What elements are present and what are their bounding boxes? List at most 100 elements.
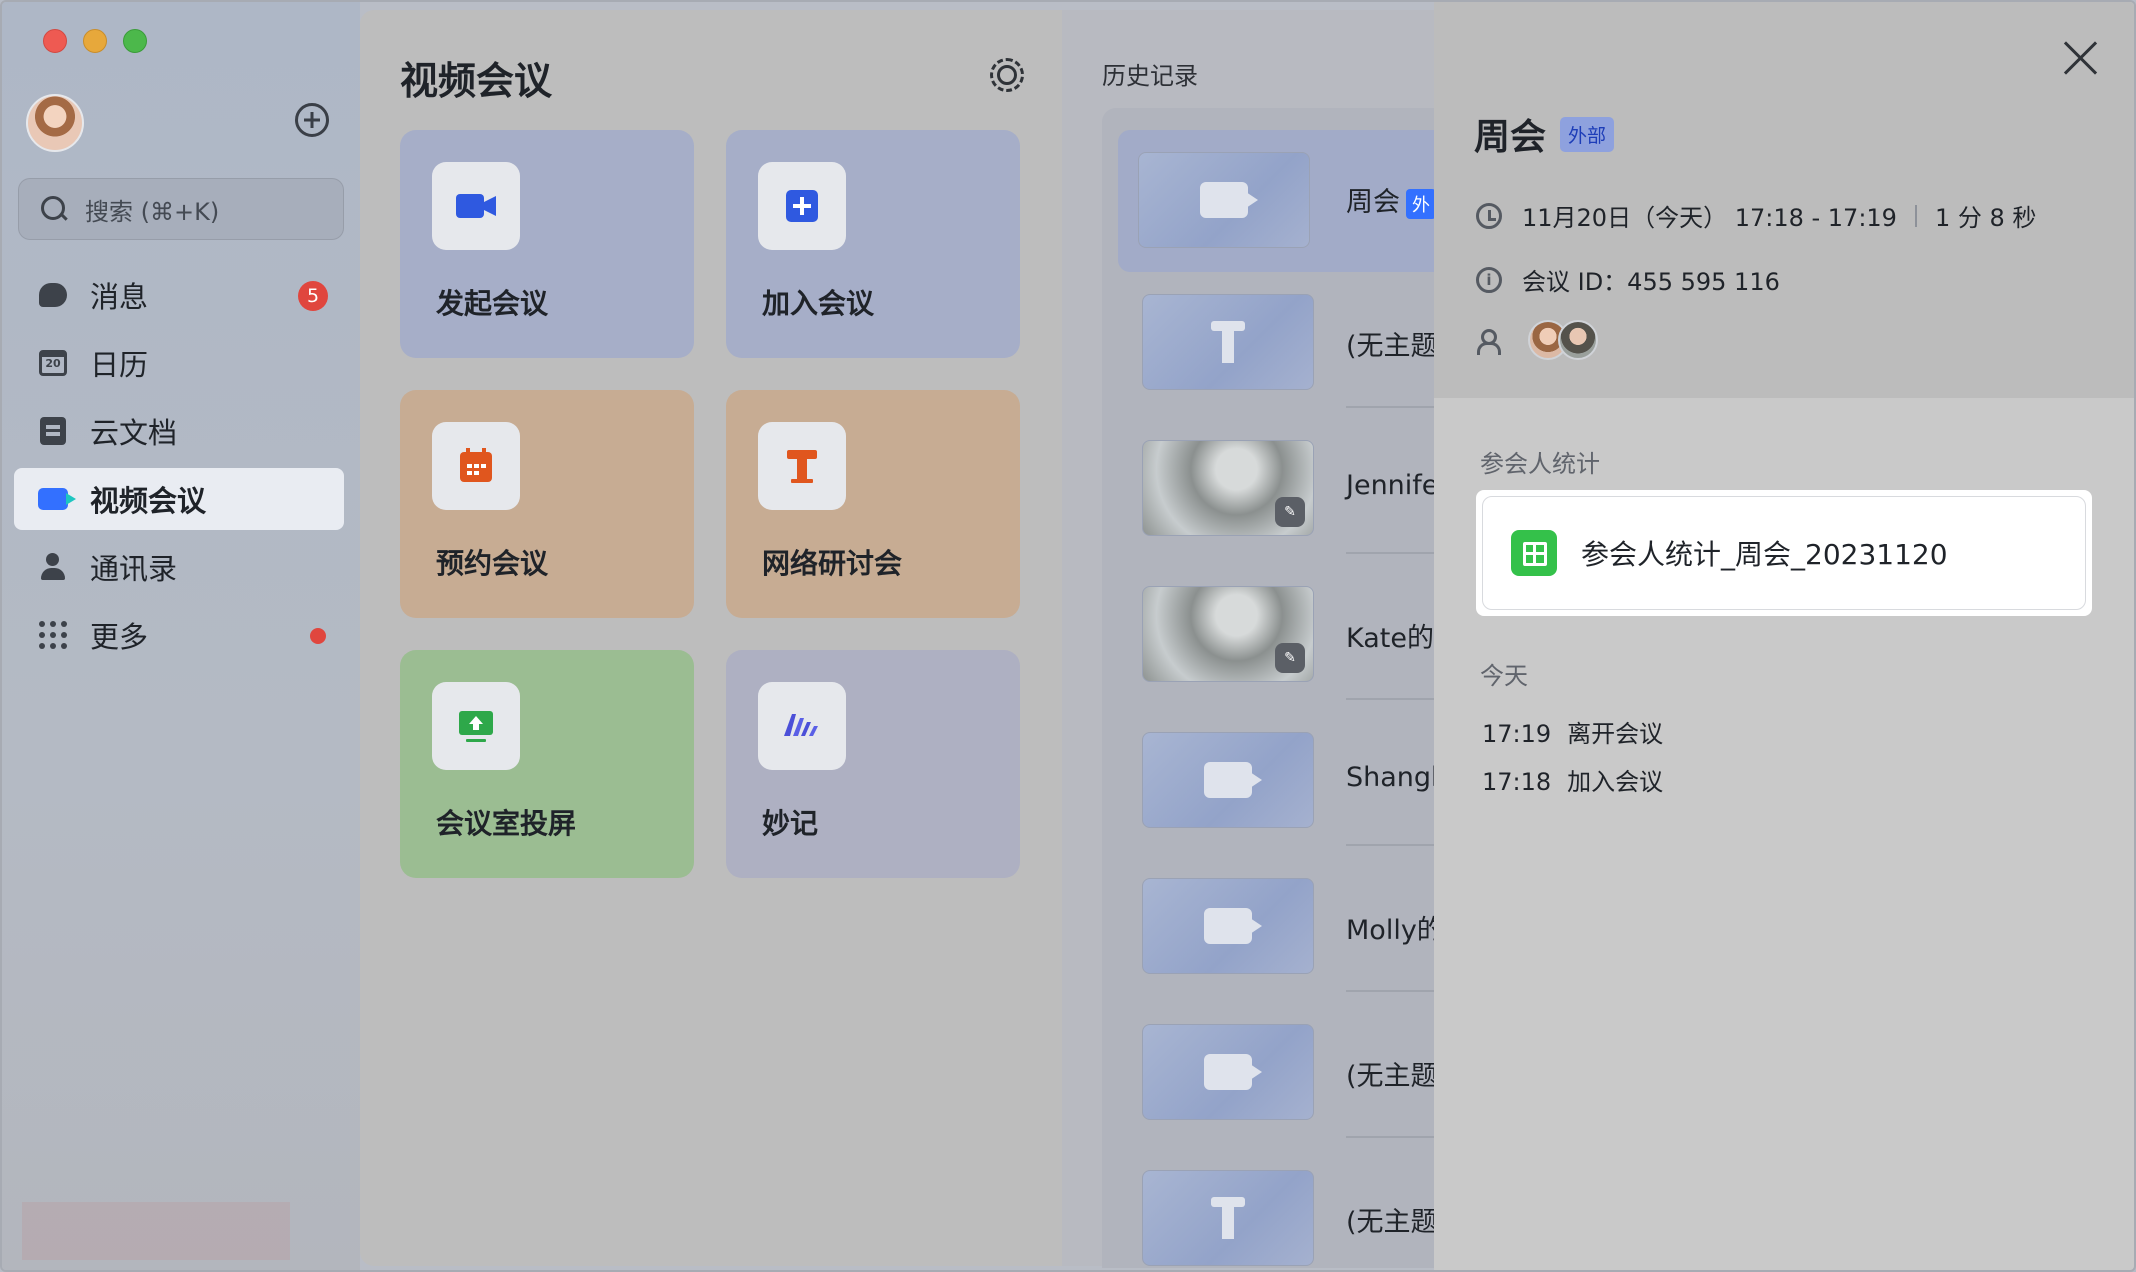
sidebar-item-label: 日历 xyxy=(90,348,149,382)
message-icon xyxy=(38,280,68,310)
meeting-thumbnail: ✎ xyxy=(1142,586,1314,682)
close-icon[interactable] xyxy=(2062,40,2098,76)
meeting-detail-panel: 周会 外部 11月20日（今天） 17:18 - 17:19 1 分 8 秒 i… xyxy=(1434,2,2134,1270)
participants-row[interactable] xyxy=(1476,320,1608,362)
log-time: 17:19 xyxy=(1482,720,1552,748)
activity-log-item: 17:19 离开会议 xyxy=(1482,714,1679,749)
sidebar-item-label: 消息 xyxy=(90,280,149,314)
history-item[interactable]: 周会外 xyxy=(1118,130,1462,272)
meeting-thumbnail xyxy=(1142,732,1314,828)
history-list: 周会外 (无主题 ✎ Jennife ✎ Kate的 Shangh Molly的… xyxy=(1102,108,1466,1268)
card-label: 加入会议 xyxy=(762,287,875,320)
history-item[interactable]: (无主题 xyxy=(1102,1024,1466,1170)
card-label: 网络研讨会 xyxy=(762,547,903,580)
meeting-thumbnail xyxy=(1138,152,1310,248)
stats-file-card[interactable]: 参会人统计_周会_20231120 xyxy=(1476,490,2092,616)
schedule-meeting-card[interactable]: 预约会议 xyxy=(400,390,694,618)
camera-icon xyxy=(1200,182,1258,218)
zoom-window-button[interactable] xyxy=(123,29,147,53)
minutes-badge-icon: ✎ xyxy=(1275,643,1305,673)
calendar-grid-icon xyxy=(432,422,520,510)
calendar-icon: 20 xyxy=(38,348,68,378)
meeting-id-row: i 会议 ID：455 595 116 xyxy=(1476,262,1780,297)
minutes-badge-icon: ✎ xyxy=(1275,497,1305,527)
history-item[interactable]: ✎ Jennife xyxy=(1102,440,1466,586)
history-item[interactable]: Molly的 xyxy=(1102,878,1466,1024)
profile-footer[interactable] xyxy=(22,1202,290,1260)
history-item[interactable]: (无主题 xyxy=(1102,294,1466,440)
stats-section-label: 参会人统计 xyxy=(1480,450,1600,478)
card-label: 会议室投屏 xyxy=(436,807,577,840)
spreadsheet-icon xyxy=(1511,530,1557,576)
history-item[interactable]: ✎ Kate的 xyxy=(1102,586,1466,732)
notification-dot xyxy=(310,628,326,644)
history-title: 历史记录 xyxy=(1102,62,1198,90)
meeting-title: 周会 外部 xyxy=(1474,108,1615,160)
avatar[interactable] xyxy=(1558,320,1598,360)
minutes-card[interactable]: 妙记 xyxy=(726,650,1020,878)
webinar-card[interactable]: 网络研讨会 xyxy=(726,390,1020,618)
gear-icon[interactable] xyxy=(986,54,1024,92)
podium-icon xyxy=(758,422,846,510)
sidebar-item-docs[interactable]: 云文档 xyxy=(14,400,344,462)
camera-icon xyxy=(1204,1054,1262,1090)
sidebar-item-label: 通讯录 xyxy=(90,552,178,586)
search-icon xyxy=(41,196,67,222)
sidebar-item-more[interactable]: 更多 xyxy=(14,604,344,666)
podium-icon xyxy=(1211,321,1245,363)
page-title: 视频会议 xyxy=(400,59,553,103)
history-item[interactable]: (无主题 xyxy=(1102,1170,1462,1270)
external-tag: 外 xyxy=(1406,188,1436,219)
meeting-duration: 1 分 8 秒 xyxy=(1934,204,2037,232)
room-screen-share-card[interactable]: 会议室投屏 xyxy=(400,650,694,878)
close-window-button[interactable] xyxy=(43,29,67,53)
meeting-time-row: 11月20日（今天） 17:18 - 17:19 1 分 8 秒 xyxy=(1476,198,2036,233)
log-event: 离开会议 xyxy=(1567,720,1664,748)
history-item-name: Shangh xyxy=(1346,762,1449,793)
search-placeholder: 搜索 (⌘+K) xyxy=(85,197,220,226)
docs-icon xyxy=(38,416,68,446)
meeting-thumbnail xyxy=(1142,878,1314,974)
people-icon xyxy=(1476,328,1502,355)
video-camera-icon xyxy=(432,162,520,250)
history-item-name: (无主题 xyxy=(1346,331,1438,362)
meeting-time: 11月20日（今天） 17:18 - 17:19 xyxy=(1522,204,1897,232)
sidebar-item-video-meeting[interactable]: 视频会议 xyxy=(14,468,344,530)
history-item-name: (无主题 xyxy=(1346,1207,1438,1238)
video-meeting-panel: 视频会议 发起会议 加入会议 预约会议 网络研讨会 会议室投屏 妙记 xyxy=(360,10,1062,1266)
meeting-id[interactable]: 会议 ID：455 595 116 xyxy=(1522,262,1780,297)
stats-file-name: 参会人统计_周会_20231120 xyxy=(1581,538,1948,571)
meeting-thumbnail xyxy=(1142,294,1314,390)
user-avatar[interactable] xyxy=(26,94,84,152)
sidebar-item-contacts[interactable]: 通讯录 xyxy=(14,536,344,598)
add-icon[interactable] xyxy=(295,103,329,137)
more-grid-icon xyxy=(38,620,68,650)
start-meeting-card[interactable]: 发起会议 xyxy=(400,130,694,358)
history-item-name: Molly的 xyxy=(1346,915,1444,946)
minutes-logo-icon xyxy=(758,682,846,770)
podium-icon xyxy=(1211,1197,1245,1239)
card-label: 发起会议 xyxy=(436,287,549,320)
sidebar-item-calendar[interactable]: 20 日历 xyxy=(14,332,344,394)
sidebar-nav: 消息 5 20 日历 云文档 视频会议 通讯录 更多 xyxy=(14,264,344,672)
video-icon xyxy=(38,484,76,514)
sidebar-item-label: 云文档 xyxy=(90,416,178,450)
participant-avatars[interactable] xyxy=(1528,320,1608,362)
join-meeting-card[interactable]: 加入会议 xyxy=(726,130,1020,358)
unread-badge: 5 xyxy=(298,281,328,311)
meeting-thumbnail xyxy=(1142,1170,1314,1266)
calendar-day: 20 xyxy=(39,350,67,376)
history-item-name: Jennife xyxy=(1346,470,1439,501)
search-input[interactable]: 搜索 (⌘+K) xyxy=(18,178,344,240)
history-item-name: (无主题 xyxy=(1346,1061,1438,1092)
sidebar-item-messages[interactable]: 消息 5 xyxy=(14,264,344,326)
contacts-icon xyxy=(38,552,68,582)
camera-icon xyxy=(1204,908,1262,944)
meeting-thumbnail xyxy=(1142,1024,1314,1120)
history-item-name: Kate的 xyxy=(1346,623,1434,654)
history-item[interactable]: Shangh xyxy=(1102,732,1466,878)
activity-log-item: 17:18 加入会议 xyxy=(1482,762,1679,797)
minimize-window-button[interactable] xyxy=(83,29,107,53)
today-label: 今天 xyxy=(1480,662,1528,690)
clock-icon xyxy=(1476,202,1502,229)
